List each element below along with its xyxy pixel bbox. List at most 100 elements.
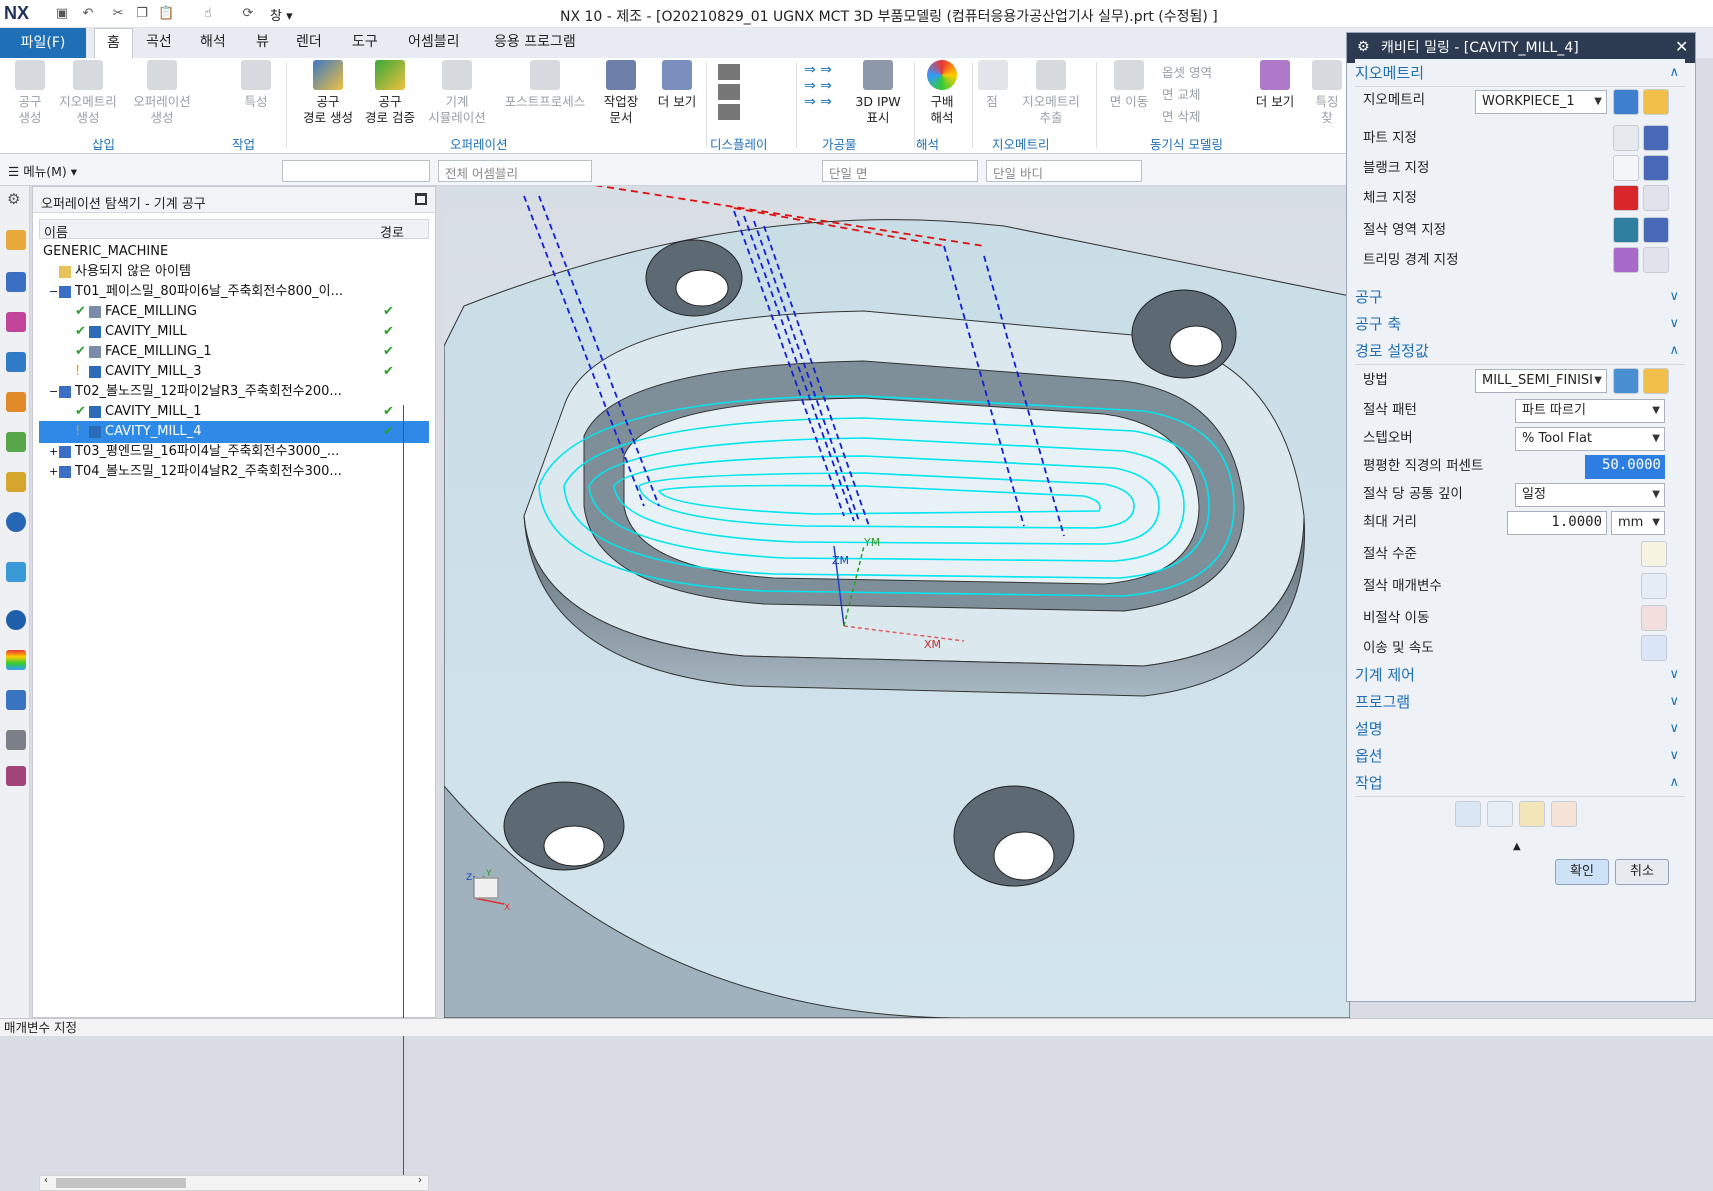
copy-icon[interactable]: ❐ — [134, 6, 150, 22]
save-icon[interactable]: ▣ — [54, 6, 70, 22]
horizontal-scrollbar[interactable]: ‹ › — [39, 1175, 429, 1191]
ok-button[interactable]: 확인 — [1555, 859, 1609, 885]
body-rule-combo[interactable]: 단일 바디 — [986, 160, 1142, 182]
max-distance-input[interactable]: 1.0000 — [1507, 511, 1607, 535]
assembly-navigator-icon[interactable] — [6, 230, 26, 250]
replace-face-button[interactable]: 면 교체 — [1162, 84, 1212, 106]
more-button-1[interactable]: 더 보기 — [652, 60, 702, 110]
column-path[interactable]: 경로 — [380, 222, 404, 241]
show-3d-ipw-button[interactable]: 3D IPW 표시 — [850, 60, 906, 126]
specify-check-button[interactable] — [1613, 185, 1639, 211]
display-part-button[interactable] — [1643, 125, 1669, 151]
operation-tree-row[interactable]: ✔ FACE_MILLING_1 ✔ — [39, 341, 429, 363]
system-materials-icon[interactable] — [6, 650, 26, 670]
create-geometry-button[interactable]: 지오메트리 생성 — [52, 60, 124, 126]
undo-icon[interactable]: ↶ — [80, 6, 96, 22]
manufacturing-wizard-icon[interactable] — [6, 730, 26, 750]
tab-render[interactable]: 렌더 — [284, 28, 334, 58]
window-menu[interactable]: 창 ▾ — [270, 5, 293, 24]
draft-analysis-button[interactable]: 구배 해석 — [920, 60, 964, 126]
roles-icon[interactable] — [6, 766, 26, 786]
repeat-command-icon[interactable]: ⟳ — [240, 6, 256, 22]
dialog-gear-icon[interactable]: ⚙ — [1357, 39, 1370, 55]
display-cut-area-button[interactable] — [1643, 217, 1669, 243]
tab-analysis[interactable]: 해석 — [188, 28, 238, 58]
sync-modeling-small[interactable]: 옵셋 영역 면 교체 면 삭제 — [1162, 62, 1212, 128]
feeds-speeds-button[interactable] — [1641, 635, 1667, 661]
postprocess-button[interactable]: 포스트프로세스 — [500, 60, 590, 110]
workpiece-buttons[interactable]: ⇒ ⇒ ⇒ ⇒ ⇒ ⇒ — [804, 62, 844, 126]
history-icon[interactable] — [6, 610, 26, 630]
move-face-button[interactable]: 면 이동 — [1104, 60, 1154, 110]
settings-gear-icon[interactable]: ⚙ — [7, 190, 20, 208]
tab-curve[interactable]: 곡선 — [134, 28, 184, 58]
create-tool-button[interactable]: 공구 생성 — [10, 60, 50, 126]
cut-pattern-dropdown[interactable]: 파트 따르기 ▼ — [1515, 399, 1665, 423]
edit-method-button[interactable] — [1643, 368, 1669, 394]
operation-tree-row[interactable]: − T01_페이스밀_80파이6날_주축회전수800_이... — [39, 281, 429, 303]
verify-button[interactable] — [1519, 801, 1545, 827]
type-filter-combo[interactable] — [282, 160, 430, 182]
section-program[interactable]: 프로그램 ∨ — [1355, 688, 1685, 716]
stepover-dropdown[interactable]: % Tool Flat ▼ — [1515, 427, 1665, 451]
section-description[interactable]: 설명 ∨ — [1355, 715, 1685, 743]
section-machine-control[interactable]: 기계 제어 ∨ — [1355, 661, 1685, 689]
column-name[interactable]: 이름 — [44, 222, 68, 241]
properties-button[interactable]: 특성 — [236, 60, 276, 110]
operation-tree-row[interactable]: ! CAVITY_MILL_4 ✔ — [39, 421, 429, 443]
offset-region-button[interactable]: 옵셋 영역 — [1162, 62, 1212, 84]
generate-button[interactable] — [1455, 801, 1481, 827]
cut-icon[interactable]: ✂ — [110, 6, 126, 22]
machine-tool-navigator-icon[interactable] — [6, 392, 26, 412]
hd3d-tools-icon[interactable] — [6, 512, 26, 532]
web-browser-icon[interactable] — [6, 562, 26, 582]
create-operation-button[interactable]: 오퍼레이션 생성 — [126, 60, 198, 126]
file-tab[interactable]: 파일(F) — [0, 28, 86, 58]
tab-tools[interactable]: 도구 — [340, 28, 390, 58]
section-actions[interactable]: 작업 ∧ — [1355, 769, 1685, 797]
operation-tree-row[interactable]: ✔ CAVITY_MILL ✔ — [39, 321, 429, 343]
process-studio-icon[interactable] — [6, 690, 26, 710]
display-trim-button[interactable] — [1643, 247, 1669, 273]
touch-mode-icon[interactable]: ☝ — [200, 6, 216, 22]
display-buttons[interactable] — [716, 62, 786, 126]
scroll-thumb[interactable] — [56, 1178, 186, 1188]
find-feature-button[interactable]: 특징 찾 — [1310, 60, 1344, 126]
section-options[interactable]: 옵션 ∨ — [1355, 742, 1685, 770]
cancel-button[interactable]: 취소 — [1615, 859, 1669, 885]
specify-part-button[interactable] — [1613, 125, 1639, 151]
operation-tree-row[interactable]: ! CAVITY_MILL_3 ✔ — [39, 361, 429, 383]
paste-icon[interactable]: 📋 — [158, 6, 174, 22]
expand-toggle-icon[interactable]: + — [49, 441, 58, 463]
menu-button[interactable]: ☰ 메뉴(M) ▾ — [8, 161, 77, 180]
geometry-dropdown[interactable]: WORKPIECE_1 ▼ — [1475, 90, 1607, 114]
edit-geometry-button[interactable] — [1643, 89, 1669, 115]
depth-per-cut-dropdown[interactable]: 일정 ▼ — [1515, 483, 1665, 507]
graphics-window[interactable]: ZM YM XM X Y Z — [444, 186, 1350, 1018]
shop-docs-button[interactable]: 작업장 문서 — [596, 60, 646, 126]
specify-cut-area-button[interactable] — [1613, 217, 1639, 243]
section-geometry[interactable]: 지오메트리 ∧ — [1355, 59, 1685, 87]
cut-levels-button[interactable] — [1641, 541, 1667, 567]
tab-assembly[interactable]: 어셈블리 — [396, 28, 472, 58]
feature-navigator-icon[interactable] — [6, 432, 26, 452]
tab-applications[interactable]: 응용 프로그램 — [482, 28, 588, 58]
replay-button[interactable] — [1487, 801, 1513, 827]
operation-tree-row[interactable]: 사용되지 않은 아이템 — [39, 261, 429, 283]
cutting-params-button[interactable] — [1641, 573, 1667, 599]
expand-toggle-icon[interactable]: + — [49, 461, 58, 483]
expand-toggle-icon[interactable]: − — [49, 281, 58, 303]
specify-blank-button[interactable] — [1613, 155, 1639, 181]
section-path-settings[interactable]: 경로 설정값 ∧ — [1355, 337, 1685, 365]
collapse-arrow-icon[interactable]: ▲ — [1513, 841, 1521, 852]
list-button[interactable] — [1551, 801, 1577, 827]
point-button[interactable]: 점 — [978, 60, 1008, 110]
more-button-2[interactable]: 더 보기 — [1250, 60, 1300, 110]
specify-trim-button[interactable] — [1613, 247, 1639, 273]
max-distance-unit-dropdown[interactable]: mm ▼ — [1611, 511, 1665, 535]
scroll-right-icon[interactable]: › — [418, 1175, 422, 1186]
verify-toolpath-button[interactable]: 공구 경로 검증 — [360, 60, 420, 126]
new-method-button[interactable] — [1613, 368, 1639, 394]
non-cutting-button[interactable] — [1641, 605, 1667, 631]
extract-geometry-button[interactable]: 지오메트리 추출 — [1016, 60, 1086, 126]
